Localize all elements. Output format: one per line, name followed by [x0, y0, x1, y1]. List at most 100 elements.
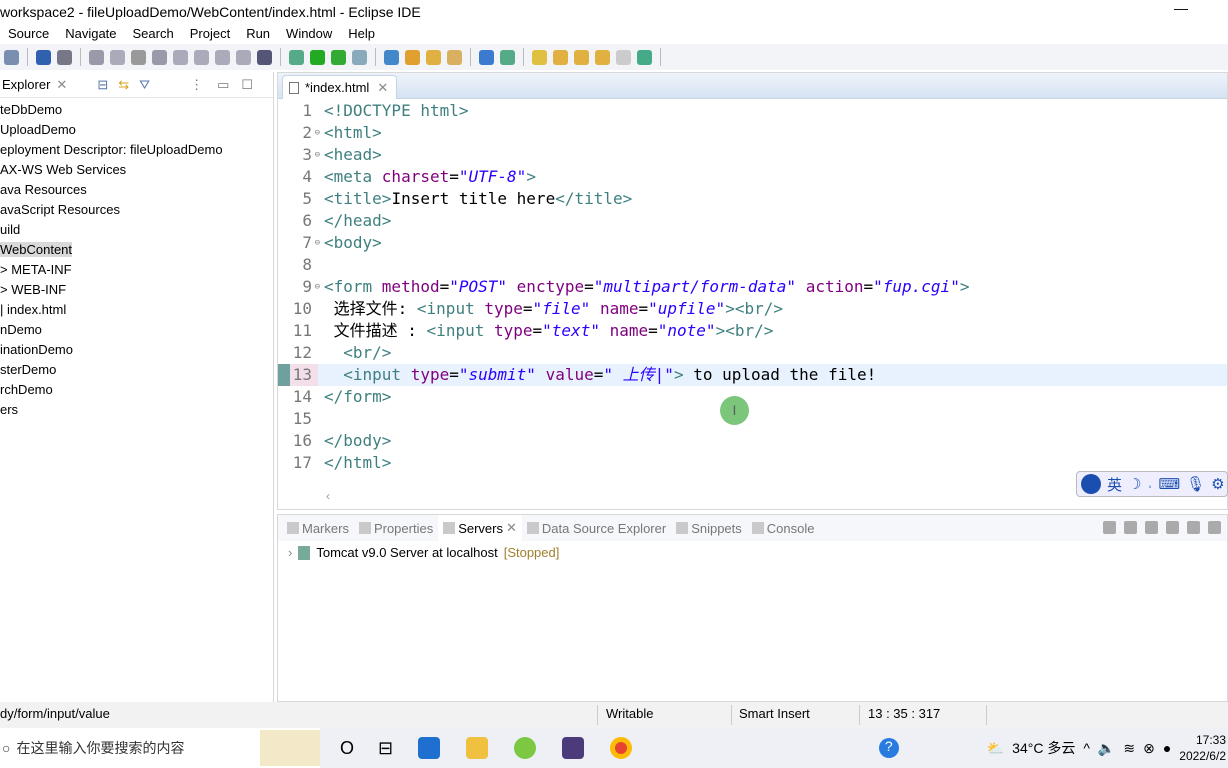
fold-icon[interactable]: ⊖: [315, 232, 320, 254]
filter-icon[interactable]: ⛛: [139, 77, 150, 93]
search-link-icon[interactable]: [447, 49, 462, 65]
tree-item[interactable]: > WEB-INF: [0, 280, 273, 300]
menu-navigate[interactable]: Navigate: [57, 24, 124, 44]
fold-icon[interactable]: ⊖: [315, 144, 320, 166]
open-resource-icon[interactable]: [426, 49, 441, 65]
chevron-up-icon[interactable]: ^: [1083, 740, 1090, 756]
skip-breakpoints-icon[interactable]: [57, 49, 72, 65]
close-icon[interactable]: ✕: [377, 80, 388, 95]
previous-annotation-icon[interactable]: [553, 49, 568, 65]
help-icon[interactable]: ?: [878, 738, 899, 758]
next-annotation-icon[interactable]: [532, 49, 547, 65]
tab-properties[interactable]: Properties: [354, 521, 438, 536]
new-server-icon[interactable]: [352, 49, 367, 65]
wifi-icon[interactable]: ≋: [1123, 740, 1135, 757]
tab-data-source-explorer[interactable]: Data Source Explorer: [522, 521, 671, 536]
collapse-all-icon[interactable]: ⊟: [97, 77, 108, 93]
file-explorer-icon[interactable]: [466, 737, 489, 759]
taskbar-search[interactable]: ○ 在这里输入你要搜索的内容: [0, 728, 320, 768]
code-line[interactable]: 2 ⊖ <html>: [278, 122, 1227, 144]
fold-icon[interactable]: ⊖: [315, 276, 320, 298]
pin-icon[interactable]: [500, 49, 515, 65]
tree-item[interactable]: uild: [0, 220, 273, 240]
back-icon[interactable]: [595, 49, 610, 65]
ime-language[interactable]: 英: [1107, 474, 1122, 495]
store-icon[interactable]: [418, 737, 441, 759]
publish-icon[interactable]: [1208, 521, 1221, 534]
code-area[interactable]: 1 <!DOCTYPE html> 2 ⊖ <html> 3 ⊖ <head> 4 <meta c…: [278, 100, 1227, 474]
ime-toolbar[interactable]: 英 ☽ ˒ ⌨ 🎙 ⚙: [1076, 471, 1228, 497]
tree-item[interactable]: > META-INF: [0, 260, 273, 280]
save-all-icon[interactable]: [4, 49, 19, 65]
menu-help[interactable]: Help: [340, 24, 383, 44]
task-view-icon[interactable]: ⊟: [378, 738, 393, 759]
code-line[interactable]: 5 <title>Insert title here</title>: [278, 188, 1227, 210]
code-line[interactable]: 13 <input type="submit" value=" 上传|"> to…: [278, 364, 1227, 386]
profile-server-icon[interactable]: [1166, 521, 1179, 534]
code-line[interactable]: 7 ⊖ <body>: [278, 232, 1227, 254]
stop-server-icon[interactable]: [1187, 521, 1200, 534]
tree-item[interactable]: rchDemo: [0, 380, 273, 400]
code-line[interactable]: 1 <!DOCTYPE html>: [278, 100, 1227, 122]
code-line[interactable]: 10 选择文件: <input type="file" name="upfile…: [278, 298, 1227, 320]
use-step-filters-icon[interactable]: [257, 49, 272, 65]
close-icon[interactable]: ✕: [506, 520, 517, 536]
close-circle-icon[interactable]: ⊗: [1143, 740, 1155, 757]
tree-item[interactable]: nDemo: [0, 320, 273, 340]
run-icon[interactable]: [310, 49, 325, 65]
menu-window[interactable]: Window: [278, 24, 340, 44]
suspend-icon[interactable]: [110, 49, 125, 65]
code-line[interactable]: 8: [278, 254, 1227, 276]
run-server-icon[interactable]: [331, 49, 346, 65]
ime-tray-icon[interactable]: ●: [1163, 740, 1171, 756]
forward-icon[interactable]: [616, 49, 631, 65]
tree-item[interactable]: teDbDemo: [0, 100, 273, 120]
view-menu-icon[interactable]: ⋮: [190, 77, 203, 93]
menu-source[interactable]: Source: [0, 24, 57, 44]
resume-icon[interactable]: [89, 49, 104, 65]
collapse-icon[interactable]: [1103, 521, 1116, 534]
last-edit-icon[interactable]: [574, 49, 589, 65]
link-editor-icon[interactable]: ⇆: [118, 77, 129, 93]
disconnect-icon[interactable]: [152, 49, 167, 65]
weather[interactable]: 34°C 多云: [1012, 738, 1075, 758]
code-line[interactable]: 12 <br/>: [278, 342, 1227, 364]
minimize-button[interactable]: —: [1174, 0, 1188, 16]
tab-index-html[interactable]: *index.html ✕: [282, 75, 398, 99]
cortana-icon[interactable]: O: [340, 738, 354, 759]
chevron-right-icon[interactable]: ›: [288, 545, 292, 560]
code-line[interactable]: 9 ⊖ <form method="POST" enctype="multipart…: [278, 276, 1227, 298]
tab-console[interactable]: Console: [747, 521, 820, 536]
open-perspective-icon[interactable]: [637, 49, 652, 65]
tree-item[interactable]: avaScript Resources: [0, 200, 273, 220]
app-icon[interactable]: [514, 737, 537, 759]
drop-to-frame-icon[interactable]: [236, 49, 251, 65]
web-browser-icon[interactable]: [479, 49, 494, 65]
step-over-icon[interactable]: [194, 49, 209, 65]
terminal-icon[interactable]: [36, 49, 51, 65]
menu-project[interactable]: Project: [182, 24, 238, 44]
new-service-icon[interactable]: [384, 49, 399, 65]
clock[interactable]: 17:33 2022/6/2: [1179, 732, 1226, 764]
step-return-icon[interactable]: [215, 49, 230, 65]
tree-item[interactable]: inationDemo: [0, 340, 273, 360]
close-icon[interactable]: ✕: [56, 77, 67, 93]
keyboard-icon[interactable]: ⌨: [1158, 475, 1180, 493]
code-line[interactable]: 14 </form>: [278, 386, 1227, 408]
tree-item[interactable]: eployment Descriptor: fileUploadDemo: [0, 140, 273, 160]
tab-servers[interactable]: Servers ✕: [438, 515, 522, 541]
tab-snippets[interactable]: Snippets: [671, 521, 747, 536]
volume-icon[interactable]: 🔈: [1098, 740, 1115, 757]
code-line[interactable]: 4 <meta charset="UTF-8">: [278, 166, 1227, 188]
code-line[interactable]: 16 </body>: [278, 430, 1227, 452]
scroll-left-icon[interactable]: ‹: [326, 489, 330, 503]
code-line[interactable]: 6 </head>: [278, 210, 1227, 232]
tree-item[interactable]: ers: [0, 400, 273, 420]
moon-icon[interactable]: ☽: [1128, 475, 1141, 493]
minimize-icon[interactable]: ▭: [217, 77, 229, 93]
gear-icon[interactable]: ⚙: [1211, 475, 1224, 493]
terminate-icon[interactable]: [131, 49, 146, 65]
tab-markers[interactable]: Markers: [282, 521, 354, 536]
tree-item[interactable]: | index.html: [0, 300, 273, 320]
debug-icon[interactable]: [289, 49, 304, 65]
